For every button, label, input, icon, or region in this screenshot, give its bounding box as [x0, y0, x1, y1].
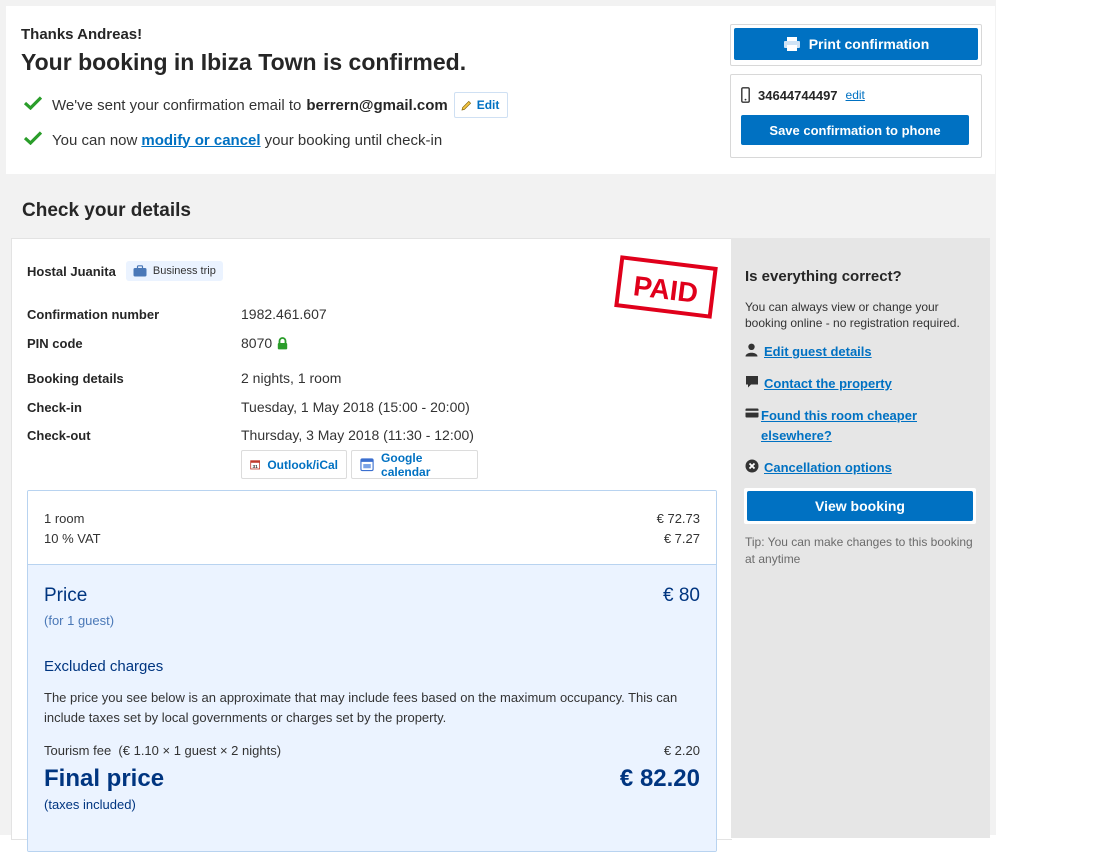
print-button-wrapper: Print confirmation: [730, 24, 982, 66]
phone-number: 34644744497: [758, 87, 838, 103]
cancel-icon: [745, 458, 764, 473]
vat-line-label: 10 % VAT: [44, 531, 101, 546]
sidebar-link-cancellation[interactable]: Cancellation options: [745, 458, 892, 478]
check-in-value: Tuesday, 1 May 2018 (15:00 - 20:00): [241, 399, 470, 415]
confirmation-number-label: Confirmation number: [27, 307, 160, 322]
final-price-label: Final price: [44, 765, 165, 792]
price-summary: Price € 80 (for 1 guest) Excluded charge…: [28, 565, 716, 851]
pin-code-label: PIN code: [27, 336, 83, 351]
google-calendar-label: Google calendar: [381, 450, 431, 479]
print-confirmation-label: Print confirmation: [808, 36, 930, 52]
sidebar-panel: Is everything correct? You can always vi…: [731, 238, 990, 838]
sidebar-link-contact[interactable]: Contact the property: [745, 374, 892, 394]
business-trip-label: Business trip: [152, 265, 216, 277]
confirmation-header: Thanks Andreas! Your booking in Ibiza To…: [6, 6, 995, 174]
view-booking-wrapper: View booking: [744, 488, 976, 524]
tourism-fee-value: € 2.20: [663, 743, 700, 758]
paid-stamp: PAID: [614, 255, 718, 319]
printer-icon: [783, 37, 800, 51]
lock-icon: [277, 336, 288, 349]
price-label: Price: [44, 585, 88, 606]
google-calendar-icon: [360, 458, 374, 472]
email-sent-line: We've sent your confirmation email to be…: [23, 92, 509, 118]
tourism-fee-label: Tourism fee (€ 1.10 × 1 guest × 2 nights…: [44, 743, 282, 758]
confirmation-number-value: 1982.461.607: [241, 306, 327, 322]
sidebar-description: You can always view or change your booki…: [745, 300, 960, 330]
booking-details-label: Booking details: [27, 371, 124, 386]
final-price-value: € 82.20: [619, 765, 700, 792]
save-to-phone-button[interactable]: Save confirmation to phone: [741, 115, 969, 145]
business-trip-badge: Business trip: [125, 261, 223, 281]
check-out-label: Check-out: [27, 428, 91, 443]
taxes-included-note: (taxes included): [44, 797, 136, 812]
room-line-value: € 72.73: [656, 511, 700, 526]
room-line: 1 room € 72.73: [44, 511, 700, 526]
price-breakdown: 1 room € 72.73 10 % VAT € 7.27 Price € 8…: [27, 490, 717, 852]
section-title: Check your details: [22, 200, 191, 221]
booking-details-value: 2 nights, 1 room: [241, 370, 342, 386]
pencil-icon: [461, 100, 471, 110]
sidebar-link-cheaper[interactable]: Found this room cheaper elsewhere?: [745, 406, 955, 446]
phone-confirmation-box: 34644744497 edit Save confirmation to ph…: [730, 74, 982, 158]
email-sent-text: We've sent your confirmation email to: [52, 96, 302, 114]
person-icon: [745, 342, 764, 357]
vat-line-value: € 7.27: [663, 531, 700, 546]
contact-property-link[interactable]: Contact the property: [764, 374, 892, 394]
view-booking-button[interactable]: View booking: [747, 491, 973, 521]
mobile-phone-icon: [741, 87, 750, 103]
outlook-ical-button[interactable]: 31 Outlook/iCal: [241, 450, 347, 479]
sidebar-link-edit-guest[interactable]: Edit guest details: [745, 342, 872, 362]
google-calendar-button[interactable]: Google calendar: [351, 450, 478, 479]
modify-prefix: You can now: [52, 131, 138, 149]
sidebar-title: Is everything correct?: [745, 268, 902, 285]
edit-email-button[interactable]: Edit: [453, 92, 509, 118]
hotel-row: Hostal Juanita Business trip: [27, 261, 223, 281]
calendar-icon: 31: [250, 460, 261, 470]
found-cheaper-link[interactable]: Found this room cheaper elsewhere?: [761, 406, 955, 446]
excluded-charges-title: Excluded charges: [44, 658, 164, 675]
check-in-label: Check-in: [27, 400, 82, 415]
price-value: € 80: [663, 585, 700, 606]
check-out-value: Thursday, 3 May 2018 (11:30 - 12:00): [241, 427, 474, 443]
price-guest-note: (for 1 guest): [44, 613, 115, 628]
pin-code-row: 8070: [241, 335, 288, 351]
print-confirmation-button[interactable]: Print confirmation: [734, 28, 978, 60]
edit-email-label: Edit: [476, 98, 500, 112]
tourism-fee-row: Tourism fee (€ 1.10 × 1 guest × 2 nights…: [44, 743, 700, 758]
confirmation-headline: Your booking in Ibiza Town is confirmed.: [21, 49, 467, 75]
modify-suffix: your booking until check-in: [264, 131, 443, 149]
edit-guest-details-link[interactable]: Edit guest details: [764, 342, 872, 362]
briefcase-icon: [133, 265, 147, 277]
cancellation-options-link[interactable]: Cancellation options: [764, 458, 892, 478]
checkmark-icon: [23, 131, 44, 149]
booking-details-card: Hostal Juanita Business trip PAID Confir…: [11, 238, 732, 852]
card-icon: [745, 406, 761, 419]
price-lines: 1 room € 72.73 10 % VAT € 7.27: [28, 491, 716, 565]
hotel-name: Hostal Juanita: [27, 263, 116, 279]
modify-line: You can now modify or cancel your bookin…: [23, 131, 443, 149]
checkmark-icon: [23, 96, 44, 114]
sidebar-tip: Tip: You can make changes to this bookin…: [745, 535, 973, 566]
excluded-charges-text: The price you see below is an approximat…: [44, 690, 678, 725]
room-line-label: 1 room: [44, 511, 85, 526]
vat-line: 10 % VAT € 7.27: [44, 531, 700, 546]
modify-or-cancel-link[interactable]: modify or cancel: [141, 132, 260, 149]
chat-icon: [745, 374, 764, 389]
email-address: berrern@gmail.com: [306, 96, 448, 114]
svg-text:31: 31: [252, 464, 258, 470]
edit-phone-link[interactable]: edit: [846, 88, 865, 102]
outlook-ical-label: Outlook/iCal: [267, 457, 338, 472]
pin-code-value: 8070: [241, 335, 273, 351]
phone-row: 34644744497 edit: [741, 87, 865, 103]
thanks-message: Thanks Andreas!: [21, 26, 143, 43]
